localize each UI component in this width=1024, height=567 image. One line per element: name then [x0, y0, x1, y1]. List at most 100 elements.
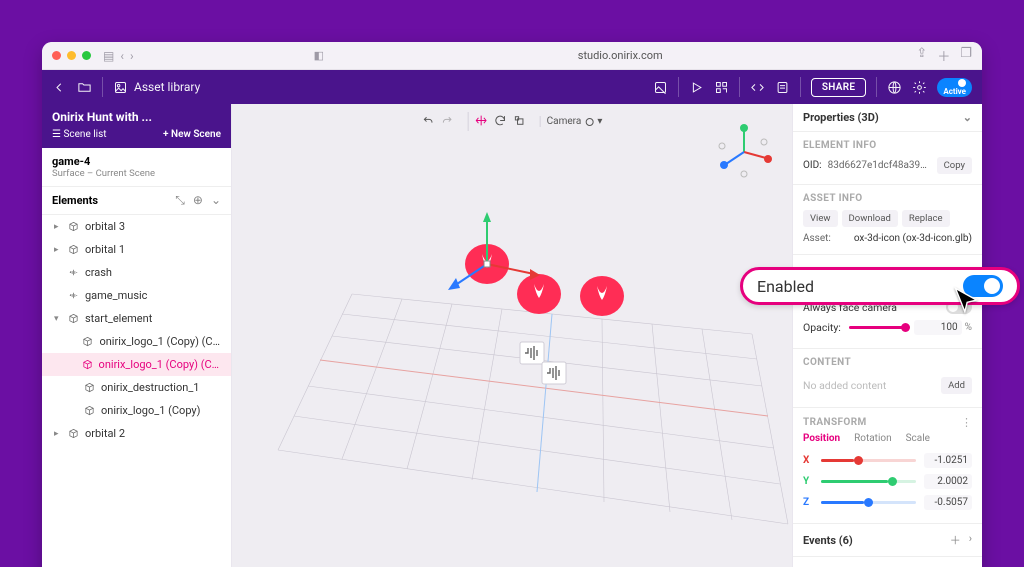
z-slider[interactable] [821, 501, 916, 504]
download-asset-button[interactable]: Download [842, 210, 898, 227]
traffic-lights[interactable] [52, 51, 91, 60]
tree-item[interactable]: crash [42, 261, 231, 284]
y-input[interactable] [924, 474, 972, 489]
tree-caret-icon[interactable]: ▸ [54, 245, 61, 255]
transform-x-row: X [803, 450, 972, 471]
oid-label: OID: [803, 160, 822, 171]
tree-item-label: start_element [85, 312, 152, 325]
tree-item[interactable]: ▾ start_element [42, 307, 231, 330]
sidebar-toggle-icon[interactable]: ▤ [103, 49, 114, 63]
qr-icon[interactable] [714, 80, 729, 95]
x-input[interactable] [924, 453, 972, 468]
scene-subtitle: Surface – Current Scene [52, 168, 221, 179]
add-element-icon[interactable]: ⊕ [193, 193, 203, 208]
cube-icon [83, 382, 95, 394]
share-button[interactable]: SHARE [811, 78, 866, 97]
viewport-3d[interactable]: Camera ▾ [232, 104, 792, 567]
z-input[interactable] [924, 495, 972, 510]
collapse-tree-icon[interactable]: ⤡ [175, 193, 185, 208]
project-title: Onirix Hunt with ... [52, 110, 221, 124]
transform-menu-icon[interactable]: ⋮ [961, 416, 972, 429]
oid-value: 83d6627e1dcf48a399... [828, 160, 931, 171]
chevron-right-icon[interactable]: › [969, 532, 972, 548]
tab-scale[interactable]: Scale [906, 433, 930, 444]
add-event-icon[interactable]: ＋ [950, 532, 961, 548]
copy-oid-button[interactable]: Copy [937, 157, 972, 174]
add-content-button[interactable]: Add [941, 377, 972, 394]
tree-caret-icon[interactable]: ▸ [54, 222, 61, 232]
y-slider[interactable] [821, 480, 916, 483]
tree-item[interactable]: onirix_destruction_1 [42, 376, 231, 399]
package-icon [67, 244, 79, 256]
tree-item[interactable]: ▸ orbital 3 [42, 215, 231, 238]
left-panel: Onirix Hunt with ... ☰ Scene list + New … [42, 104, 232, 567]
back-button[interactable] [52, 80, 67, 95]
browser-nav-icons[interactable]: ▤ ‹ › [103, 49, 134, 63]
doc-icon[interactable] [775, 80, 790, 95]
cube-icon [83, 405, 95, 417]
chevron-right-icon[interactable]: › [130, 49, 134, 63]
content-title: CONTENT [803, 357, 972, 368]
tree-item-label: game_music [85, 289, 147, 302]
browser-chrome: ▤ ‹ › ◧ studio.onirix.com ⇪ ＋ ❐ [42, 42, 982, 70]
tree-caret-icon[interactable]: ▸ [54, 429, 61, 439]
properties-panel: Properties (3D)⌄ ELEMENT INFO OID: 83d66… [792, 104, 982, 567]
package-icon [67, 313, 79, 325]
scene-list-button[interactable]: ☰ Scene list [52, 129, 107, 140]
tree-item-label: orbital 1 [85, 243, 125, 256]
active-badge[interactable]: Active [937, 78, 972, 97]
transform-section: TRANSFORM ⋮ Position Rotation Scale X Y [793, 408, 982, 524]
app-topbar: Asset library SHARE Active [42, 70, 982, 104]
opacity-input[interactable] [914, 320, 962, 335]
tab-position[interactable]: Position [803, 433, 840, 444]
new-scene-button[interactable]: + New Scene [163, 129, 221, 140]
chevron-down-icon[interactable]: ⌄ [211, 193, 221, 208]
tab-rotation[interactable]: Rotation [854, 433, 892, 444]
replace-asset-button[interactable]: Replace [902, 210, 950, 227]
shield-icon[interactable]: ◧ [314, 49, 324, 62]
folder-icon[interactable] [77, 80, 92, 95]
tree-item-label: onirix_destruction_1 [101, 381, 199, 394]
transform-z-row: Z [803, 492, 972, 513]
opacity-label: Opacity: [803, 321, 841, 334]
opacity-unit: % [965, 322, 972, 333]
properties-header[interactable]: Properties (3D)⌄ [793, 104, 982, 132]
url-bar[interactable]: studio.onirix.com [324, 49, 916, 62]
x-slider[interactable] [821, 459, 916, 462]
tree-item[interactable]: onirix_logo_1 (Copy) (Copy) [42, 330, 231, 353]
globe-icon[interactable] [887, 80, 902, 95]
tree-item[interactable]: onirix_logo_1 (Copy) [42, 399, 231, 422]
gear-icon[interactable] [912, 80, 927, 95]
new-tab-icon[interactable]: ＋ [937, 46, 950, 65]
tree-item-label: orbital 3 [85, 220, 125, 233]
package-icon [67, 428, 79, 440]
view-asset-button[interactable]: View [803, 210, 838, 227]
scene-name: game-4 [52, 155, 221, 168]
tree-item[interactable]: ▸orbital 2 [42, 422, 231, 445]
events-section[interactable]: Events (6) ＋› [793, 524, 982, 557]
transform-y-row: Y [803, 471, 972, 492]
tree-item-label: crash [85, 266, 112, 279]
tabs-icon[interactable]: ❐ [960, 46, 972, 65]
scene-block[interactable]: game-4 Surface – Current Scene [42, 148, 231, 187]
element-tree: ▸ orbital 3 ▸ orbital 1 crash game_music ▾ star… [42, 215, 231, 567]
tree-item[interactable]: ▸ orbital 1 [42, 238, 231, 261]
tree-item-label: onirix_logo_1 (Copy) (Copy) [99, 335, 223, 348]
datasheets-section[interactable]: Datasheets (0) ＋› [793, 557, 982, 567]
tree-caret-icon[interactable]: ▾ [54, 314, 61, 324]
play-button[interactable] [689, 80, 704, 95]
tree-item[interactable]: onirix_logo_1 (Copy) (Copy) (C... [42, 353, 231, 376]
elements-header-label: Elements [52, 194, 98, 207]
asset-info-title: ASSET INFO [803, 193, 972, 204]
elements-header: Elements ⤡ ⊕ ⌄ [42, 187, 231, 215]
chevron-left-icon[interactable]: ‹ [120, 49, 124, 63]
asset-library-button[interactable]: Asset library [113, 80, 200, 95]
scene-canvas[interactable] [232, 104, 792, 567]
opacity-slider[interactable] [849, 326, 906, 329]
image-tool-icon[interactable] [653, 80, 668, 95]
share-icon[interactable]: ⇪ [916, 46, 927, 65]
transform-title: TRANSFORM [803, 417, 867, 428]
tree-item[interactable]: game_music [42, 284, 231, 307]
element-info-section: ELEMENT INFO OID: 83d6627e1dcf48a399... … [793, 132, 982, 185]
code-icon[interactable] [750, 80, 765, 95]
